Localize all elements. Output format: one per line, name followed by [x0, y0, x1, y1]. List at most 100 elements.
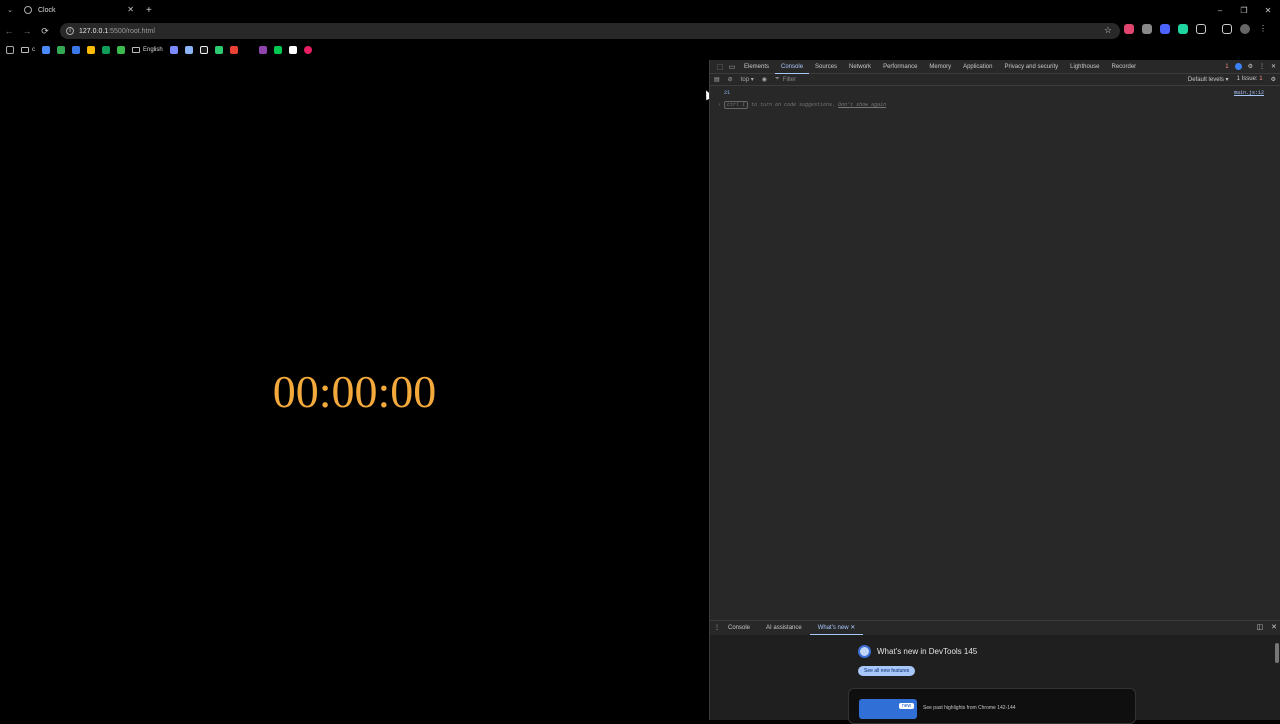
- tab-strip: ⌄ Clock ✕ + – ❐ ✕: [0, 0, 1280, 20]
- console-output: 21 main.js:12 › ctrl I to turn on code s…: [710, 86, 1280, 618]
- bookmark-folder[interactable]: c: [21, 47, 35, 53]
- hint-text: to turn on code suggestions.: [751, 102, 836, 108]
- highlights-image: new: [859, 699, 917, 719]
- minimize-button[interactable]: –: [1208, 6, 1232, 15]
- highlights-text: See past highlights from Chrome 142-144: [923, 705, 1016, 711]
- tab-console[interactable]: Console: [775, 60, 810, 74]
- tab-application[interactable]: Application: [957, 60, 998, 74]
- dock-drawer-icon[interactable]: ◫: [1257, 623, 1264, 631]
- close-window-button[interactable]: ✕: [1256, 6, 1280, 15]
- sidebar-toggle-icon[interactable]: ▤: [714, 76, 720, 83]
- device-toolbar-icon[interactable]: ▭: [726, 63, 738, 71]
- highlights-card[interactable]: new See past highlights from Chrome 142-…: [848, 688, 1136, 724]
- filter-input[interactable]: ⏷ Filter: [775, 76, 796, 83]
- media-icon[interactable]: [1222, 24, 1232, 34]
- extension-icon[interactable]: [1178, 24, 1188, 34]
- globe-icon: [24, 6, 32, 14]
- bookmark-icon[interactable]: [72, 46, 80, 54]
- bookmark-icon[interactable]: [214, 46, 223, 54]
- reload-icon[interactable]: ⟳: [36, 26, 54, 37]
- address-bar[interactable]: i 127.0.0.1:5500/root.html ☆: [60, 23, 1120, 39]
- bookmark-icon[interactable]: [288, 46, 297, 54]
- drawer-tab-console[interactable]: Console: [720, 621, 758, 635]
- console-bar-right: Default levels ▾ 1 Issue: 1 ⚙: [1188, 76, 1276, 83]
- tab-clock[interactable]: Clock ✕: [20, 0, 140, 20]
- folder-icon: [132, 47, 140, 53]
- prompt-chevron-icon: ›: [718, 102, 722, 108]
- close-devtools-icon[interactable]: ✕: [1271, 63, 1276, 70]
- close-drawer-icon[interactable]: ✕: [1271, 623, 1277, 631]
- bookmark-icon[interactable]: [229, 46, 238, 54]
- bookmark-icon[interactable]: [184, 46, 193, 54]
- clear-console-icon[interactable]: ⊘: [728, 76, 733, 83]
- tab-search-icon[interactable]: ⌄: [0, 6, 20, 14]
- bookmark-icon[interactable]: [258, 46, 267, 54]
- filter-icon: ⏷: [774, 76, 780, 82]
- devtools-actions: 1 ⚙ ⋮ ✕: [1225, 63, 1276, 70]
- close-drawer-tab-icon[interactable]: ✕: [850, 625, 855, 631]
- context-selector[interactable]: top ▾: [741, 76, 754, 83]
- bookmark-icon[interactable]: [102, 46, 110, 54]
- tab-recorder[interactable]: Recorder: [1106, 60, 1143, 74]
- close-tab-icon[interactable]: ✕: [127, 5, 134, 14]
- menu-icon[interactable]: ⋮: [1258, 24, 1268, 34]
- bookmark-icon[interactable]: [87, 46, 95, 54]
- drawer-tab-ai-assistance[interactable]: AI assistance: [758, 621, 810, 635]
- console-settings-icon[interactable]: ⚙: [1271, 76, 1276, 83]
- apps-icon[interactable]: [6, 46, 14, 54]
- console-toolbar: ▤ ⊘ top ▾ ◉ ⏷ Filter Default levels ▾ 1 I…: [710, 74, 1280, 86]
- tab-title: Clock: [38, 6, 56, 14]
- profile-avatar[interactable]: [1240, 24, 1250, 34]
- chrome-icon: [858, 645, 871, 658]
- extension-icon[interactable]: [1142, 24, 1152, 34]
- whats-new-title: What's new in DevTools 145: [877, 647, 978, 656]
- bookmark-icon[interactable]: [169, 46, 178, 54]
- tab-sources[interactable]: Sources: [809, 60, 843, 74]
- tab-network[interactable]: Network: [843, 60, 877, 74]
- drawer-actions: ◫ ✕: [1257, 623, 1278, 631]
- bookmark-icon[interactable]: [303, 46, 312, 54]
- extension-icon[interactable]: [1124, 24, 1134, 34]
- url-path: :5500/root.html: [108, 27, 155, 35]
- back-icon[interactable]: ←: [0, 26, 18, 36]
- drawer-tab-whats-new[interactable]: What's new ✕: [809, 621, 864, 635]
- bookmark-star-icon[interactable]: ☆: [1104, 25, 1112, 36]
- restore-button[interactable]: ❐: [1232, 6, 1256, 15]
- extensions-puzzle-icon[interactable]: [1196, 24, 1206, 34]
- ai-icon[interactable]: [1234, 63, 1242, 70]
- bookmark-icon[interactable]: [273, 46, 282, 54]
- whats-new-header: What's new in DevTools 145: [858, 645, 977, 658]
- error-count-badge[interactable]: 1: [1225, 64, 1228, 70]
- drawer-scrollbar[interactable]: [1275, 643, 1279, 663]
- bookmark-folder-english[interactable]: English: [132, 47, 163, 53]
- tab-memory[interactable]: Memory: [923, 60, 957, 74]
- extension-icon[interactable]: [1160, 24, 1170, 34]
- bookmark-icon[interactable]: [57, 46, 65, 54]
- tab-lighthouse[interactable]: Lighthouse: [1064, 60, 1105, 74]
- new-tab-button[interactable]: +: [146, 5, 152, 16]
- clock-display: 00:00:00: [272, 366, 437, 417]
- settings-gear-icon[interactable]: ⚙: [1248, 63, 1253, 70]
- live-expression-eye-icon[interactable]: ◉: [762, 76, 767, 83]
- bookmark-icon[interactable]: [42, 46, 50, 54]
- bookmark-icon[interactable]: [199, 46, 208, 54]
- site-info-icon[interactable]: i: [66, 27, 74, 35]
- page-viewport: 00:00:00: [0, 60, 709, 720]
- see-all-features-button[interactable]: See all new features: [858, 666, 916, 676]
- tab-performance[interactable]: Performance: [877, 60, 923, 74]
- hint-key: ctrl I: [724, 101, 749, 109]
- url-host: 127.0.0.1: [79, 27, 109, 35]
- forward-icon[interactable]: →: [18, 26, 36, 36]
- bookmark-icon[interactable]: [117, 46, 125, 54]
- issues-link[interactable]: 1 Issue: 1: [1237, 76, 1263, 83]
- devtools-tabbar: ⬚ ▭ Elements Console Sources Network Per…: [710, 60, 1280, 74]
- devtools-panel: ⬚ ▭ Elements Console Sources Network Per…: [709, 60, 1280, 724]
- tab-privacy-security[interactable]: Privacy and security: [998, 60, 1064, 74]
- inspect-element-icon[interactable]: ⬚: [714, 63, 726, 71]
- more-options-icon[interactable]: ⋮: [1259, 63, 1265, 70]
- dont-show-again-link[interactable]: Don't show again: [838, 102, 886, 108]
- folder-icon: [21, 47, 29, 53]
- tab-elements[interactable]: Elements: [738, 60, 775, 74]
- console-source-link[interactable]: main.js:12: [1234, 90, 1264, 96]
- log-levels-dropdown[interactable]: Default levels ▾: [1188, 76, 1229, 83]
